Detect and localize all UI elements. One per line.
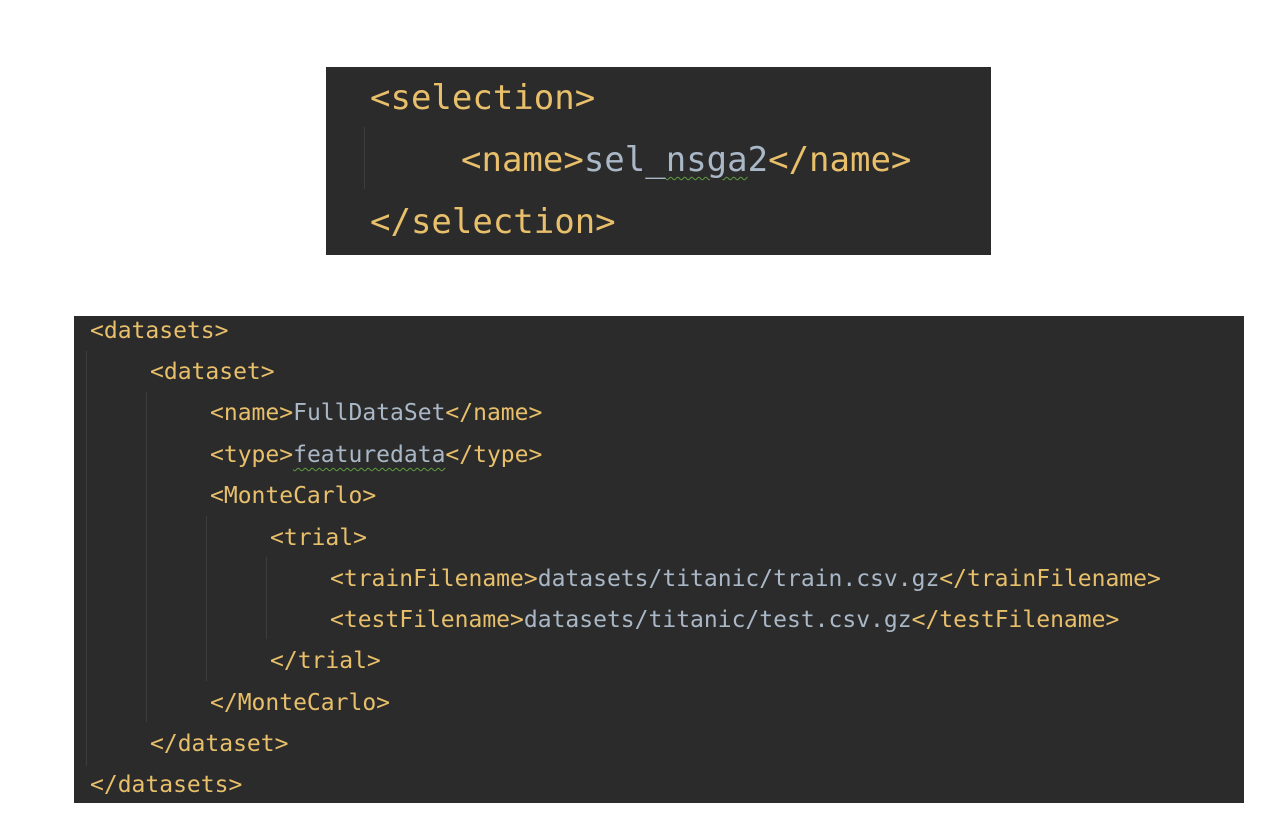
indent-guide	[206, 516, 207, 681]
xml-open-tag: <type>	[210, 442, 294, 468]
code-line: <testFilename>datasets/titanic/test.csv.…	[330, 609, 1119, 632]
code-line: <dataset>	[150, 361, 275, 384]
code-line: </trial>	[270, 650, 381, 673]
xml-text-value: sel_nsga2	[583, 140, 769, 180]
spellcheck-word: nsga	[665, 140, 748, 180]
xml-open-tag: <MonteCarlo>	[210, 483, 377, 509]
xml-open-tag: <dataset>	[150, 359, 275, 385]
xml-close-tag: </testFilename>	[911, 607, 1120, 633]
indent-guide	[86, 351, 87, 766]
xml-open-tag: <trainFilename>	[330, 566, 538, 592]
code-line: <trial>	[270, 527, 367, 550]
code-line: <datasets>	[90, 320, 228, 343]
code-line: <MonteCarlo>	[210, 485, 376, 508]
code-line: <trainFilename>datasets/titanic/train.cs…	[330, 568, 1161, 591]
code-editor-selection: <selection> <name>sel_nsga2</name> </sel…	[326, 67, 991, 255]
xml-close-tag: </MonteCarlo>	[210, 690, 391, 716]
xml-close-tag: </datasets>	[90, 772, 243, 798]
indent-guide	[364, 127, 365, 189]
xml-close-tag: </trainFilename>	[939, 566, 1161, 592]
xml-close-tag: </name>	[445, 400, 543, 426]
xml-open-tag: <name>	[210, 400, 294, 426]
code-line: <selection>	[370, 81, 595, 115]
indent-guide	[266, 557, 267, 639]
xml-text-value: datasets/titanic/train.csv.gz	[537, 566, 940, 592]
code-line: </selection>	[370, 205, 616, 239]
code-line: </MonteCarlo>	[210, 692, 390, 715]
code-line: <name>sel_nsga2</name>	[461, 143, 911, 177]
xml-open-tag: <trial>	[270, 525, 367, 551]
xml-open-tag: <selection>	[370, 78, 596, 118]
code-editor-datasets: <datasets> <dataset> <name>FullDataSet</…	[74, 316, 1244, 803]
xml-open-tag: <name>	[461, 140, 584, 180]
xml-close-tag: </selection>	[370, 202, 616, 242]
xml-close-tag: </type>	[445, 442, 543, 468]
xml-text-value: datasets/titanic/test.csv.gz	[523, 607, 912, 633]
xml-close-tag: </trial>	[270, 648, 381, 674]
xml-close-tag: </name>	[768, 140, 912, 180]
xml-close-tag: </dataset>	[150, 731, 289, 757]
code-line: </dataset>	[150, 733, 288, 756]
xml-open-tag: <datasets>	[90, 318, 229, 344]
code-line: <name>FullDataSet</name>	[210, 402, 542, 425]
code-line: <type>featuredata</type>	[210, 444, 542, 467]
indent-guide	[146, 392, 147, 722]
xml-text-value: FullDataSet	[293, 400, 446, 426]
xml-open-tag: <testFilename>	[330, 607, 524, 633]
code-line: </datasets>	[90, 774, 242, 797]
xml-text-value: featuredata	[293, 442, 446, 468]
